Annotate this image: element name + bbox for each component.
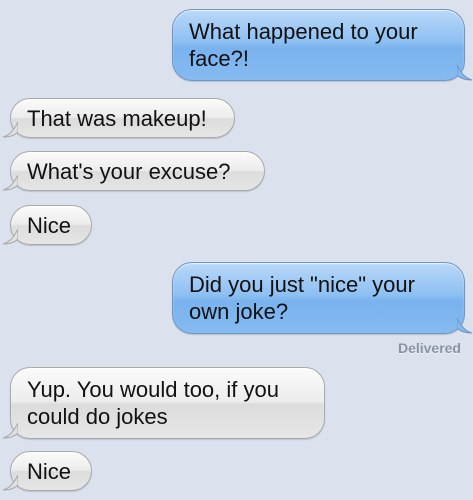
message-text-line: Did you just "nice" your: [189, 272, 415, 297]
message-text-line: What's your excuse?: [27, 159, 231, 184]
message-text-line: could do jokes: [27, 404, 168, 429]
bubble-tail-icon: [457, 64, 473, 81]
message-text-line: face?!: [189, 46, 249, 71]
incoming-message-bubble[interactable]: Nice: [2, 205, 92, 245]
bubble-tail-icon: [2, 474, 18, 491]
message-text-line: own joke?: [189, 299, 289, 324]
incoming-message-bubble[interactable]: Yup. You would too, if you could do joke…: [2, 367, 325, 439]
bubble-tail-icon: [2, 422, 18, 439]
outgoing-message-bubble[interactable]: What happened to your face?!: [172, 9, 473, 81]
bubble-tail-icon: [457, 317, 473, 334]
message-text-line: Yup. You would too, if you: [27, 377, 279, 402]
bubble-tail-icon: [2, 174, 18, 191]
incoming-message-bubble[interactable]: What's your excuse?: [2, 151, 265, 191]
message-text-line: That was makeup!: [27, 106, 207, 131]
message-text-line: Nice: [27, 459, 72, 484]
incoming-message-bubble[interactable]: Nice: [2, 451, 92, 491]
bubble-tail-icon: [2, 121, 18, 138]
message-thread: What happened to your face?! That was ma…: [0, 0, 473, 500]
message-text-line: What happened to your: [189, 19, 418, 44]
bubble-tail-icon: [2, 228, 18, 245]
outgoing-message-bubble[interactable]: Did you just "nice" your own joke?: [172, 262, 473, 334]
delivery-status: Delivered: [397, 340, 461, 356]
incoming-message-bubble[interactable]: That was makeup!: [2, 98, 235, 138]
message-text-line: Nice: [27, 213, 72, 238]
